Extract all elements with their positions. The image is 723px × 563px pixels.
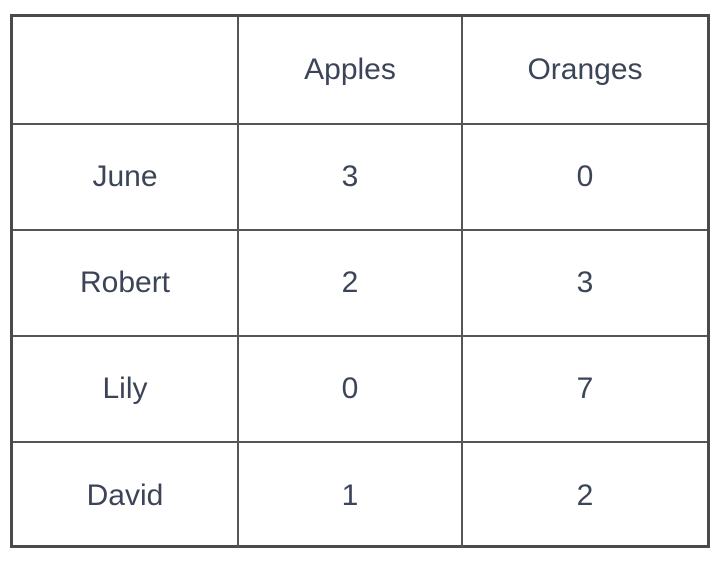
row-label: David [13,441,239,548]
table-header-row: Apples Oranges [13,17,707,125]
column-header-oranges: Oranges [461,17,707,125]
column-header-apples: Apples [237,17,463,125]
apples-cell: 3 [237,123,463,231]
table-row: June 3 0 [13,123,707,231]
corner-cell [13,17,239,125]
oranges-cell: 3 [461,229,707,337]
apples-cell: 0 [237,335,463,443]
row-label: Robert [13,229,239,337]
table-row: Robert 2 3 [13,229,707,337]
table-row: David 1 2 [13,441,707,548]
oranges-cell: 7 [461,335,707,443]
apples-cell: 2 [237,229,463,337]
apples-cell: 1 [237,441,463,548]
row-label: June [13,123,239,231]
row-label: Lily [13,335,239,443]
oranges-cell: 0 [461,123,707,231]
fruit-table: Apples Oranges June 3 0 Robert 2 3 Lily … [10,14,710,548]
oranges-cell: 2 [461,441,707,548]
fruit-count-table: Apples Oranges June 3 0 Robert 2 3 Lily … [13,17,707,548]
table-row: Lily 0 7 [13,335,707,443]
